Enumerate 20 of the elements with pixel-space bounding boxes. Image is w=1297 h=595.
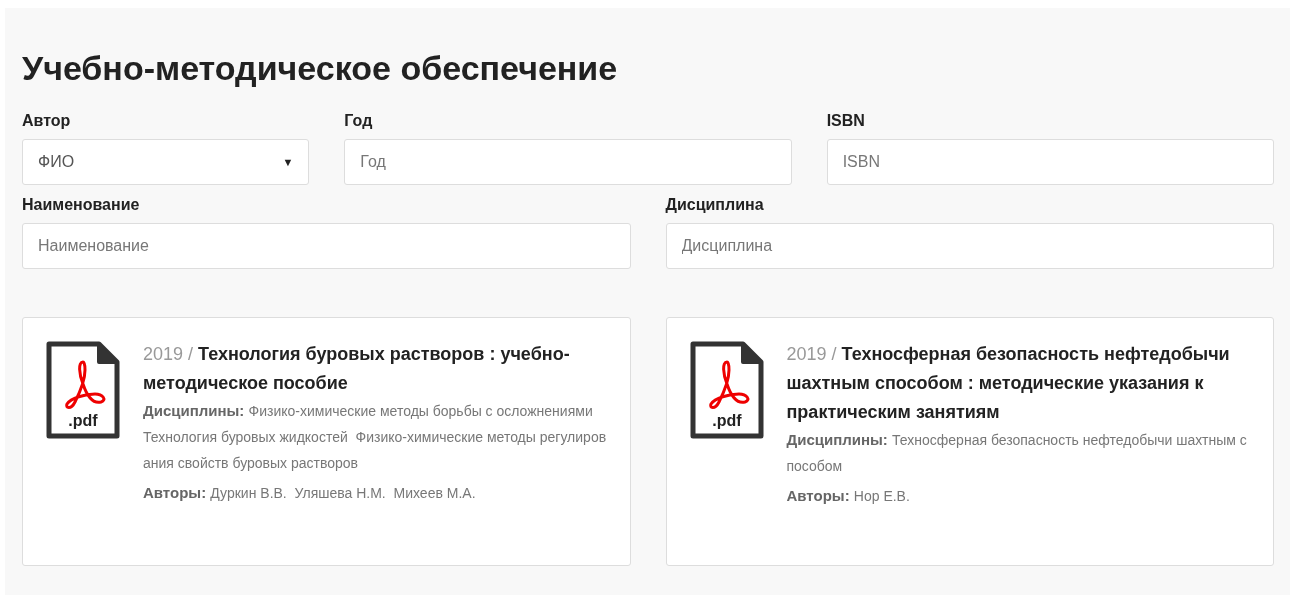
authors-text: Авторы: Нор Е.В.	[786, 485, 911, 506]
input-field[interactable]: Наименование	[22, 222, 631, 269]
document-title[interactable]: 2019 / Техносферная безопасность нефтедобычи шахтным способом : методические указания к практическим занятиям	[786, 339, 1251, 427]
field-label: Дисциплина	[665, 194, 765, 215]
field-label: Автор	[22, 110, 72, 131]
authors-text: Авторы: Дуркин В.В. Уляшева Н.М. Михеев М.А.	[143, 482, 477, 503]
input-field[interactable]: Дисциплина	[665, 222, 1274, 269]
disciplines-text: Дисциплины: Физико-химические методы борьбы с осложнениями Технология буровых жидкостей Физико-химические методы регулирования свойств буровых растворов	[143, 400, 608, 473]
caret-icon: ▼	[282, 153, 294, 171]
pdf-file-icon: .pdf	[45, 339, 121, 440]
field-label: Год	[344, 110, 374, 131]
input-field[interactable]: Год	[344, 138, 792, 185]
input-field[interactable]: ISBN	[826, 138, 1274, 185]
field-label: ISBN	[826, 110, 866, 131]
document-title[interactable]: 2019 / Технология буровых растворов : учебно-методическое пособие	[143, 339, 608, 398]
author-select[interactable]: ФИО ▼	[22, 138, 310, 185]
field-label: Наименование	[22, 194, 141, 215]
page-title: Учебно-методическое обеспечение	[22, 48, 619, 89]
disciplines-text: Дисциплины: Техносферная безопасность нефтедобычи шахтным способом	[786, 429, 1248, 476]
pdf-file-icon: .pdf	[688, 339, 765, 440]
